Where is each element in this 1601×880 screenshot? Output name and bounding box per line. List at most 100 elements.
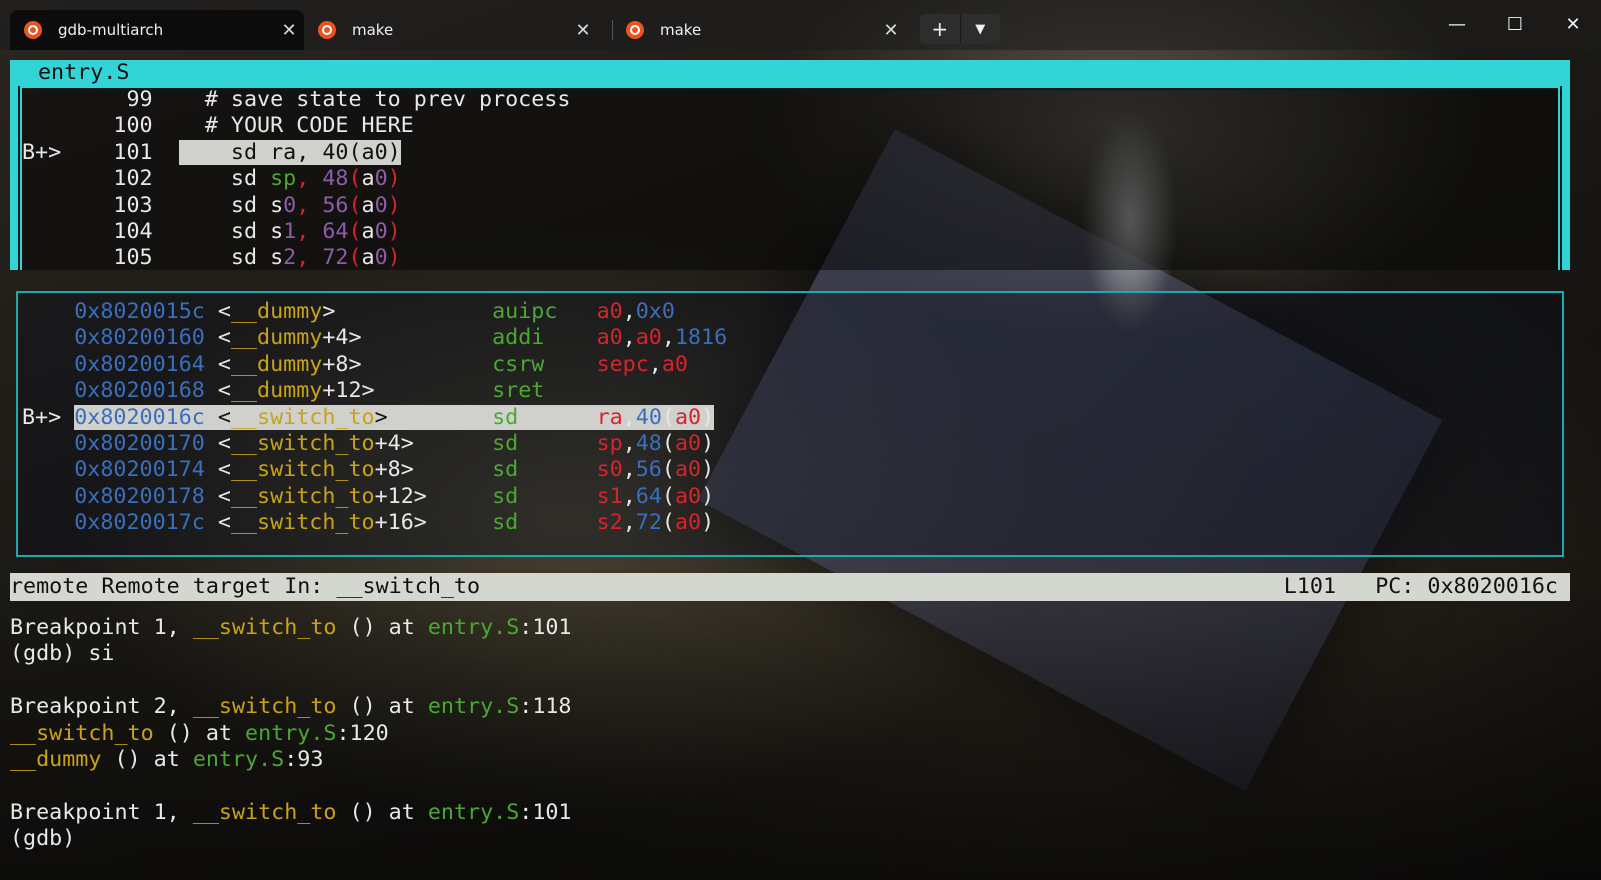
breakpoint-marker	[22, 219, 61, 244]
status-line: L101	[1283, 574, 1337, 599]
operand: ,	[622, 404, 636, 430]
close-icon[interactable]: ✕	[876, 20, 906, 41]
symbol: __switch_to	[230, 457, 375, 483]
console-text: __switch_to	[10, 720, 154, 746]
new-tab-group: + ▼	[920, 14, 1000, 44]
close-window-button[interactable]: ✕	[1544, 0, 1601, 48]
operand: )	[701, 457, 715, 483]
source-code: sd s0, 56(a0)	[179, 193, 401, 218]
operand: 48	[635, 431, 662, 456]
minimize-button[interactable]: —	[1428, 0, 1486, 48]
console-text: entry.S	[245, 720, 337, 746]
new-tab-button[interactable]: +	[920, 14, 961, 44]
angle: <	[204, 351, 231, 377]
console-text: (gdb)	[10, 826, 76, 852]
symbol: __switch_to	[230, 510, 375, 536]
close-icon[interactable]: ✕	[568, 20, 598, 41]
symbol-offset: >	[322, 299, 336, 324]
operand: (	[661, 483, 675, 509]
console-text: :101	[519, 615, 572, 640]
base-reg: a	[361, 192, 375, 218]
source-frame-left	[10, 60, 22, 270]
base-num: 0	[374, 192, 388, 218]
register-num: 0	[283, 192, 297, 218]
source-line: 104 sd s1, 64(a0)	[22, 218, 401, 245]
console-text: :120	[336, 720, 389, 746]
asm-line: 0x80200178 <__switch_to+12> sd s1,64(a0)	[22, 483, 714, 510]
source-line: 105 sd s2, 72(a0)	[22, 244, 400, 271]
operand: a0	[635, 325, 662, 351]
mnemonic: sd	[178, 245, 271, 271]
opcode: sd	[492, 510, 597, 536]
console-text: () at	[101, 747, 193, 772]
angle: <	[204, 457, 231, 483]
ubuntu-icon	[24, 21, 42, 39]
operand: ,	[622, 483, 636, 509]
source-line: B+> 101 sd ra, 40(a0)	[22, 139, 401, 166]
operand: 1816	[674, 325, 728, 351]
source-code: sd sp, 48(a0)	[179, 166, 401, 191]
symbol-offset: +8>	[374, 457, 414, 483]
source-frame-right	[1558, 60, 1570, 270]
breakpoint-marker	[22, 166, 61, 191]
operand: )	[701, 431, 715, 456]
offset: 48	[322, 166, 349, 192]
chevron-down-icon[interactable]: ▼	[961, 14, 1001, 44]
symbol-offset: +12>	[322, 378, 375, 404]
operand: ,	[648, 351, 662, 377]
console-text: () at	[336, 694, 428, 720]
status-position: L101 PC: 0x8020016c	[1284, 573, 1558, 601]
operand: 0x0	[635, 299, 675, 324]
operand: )	[701, 483, 715, 509]
console-text: () at	[153, 720, 246, 746]
line-number: 102	[61, 166, 153, 192]
paren: )	[387, 219, 401, 244]
tab-gdb-multiarch[interactable]: gdb-multiarch ✕	[10, 10, 304, 50]
terminal[interactable]: entry.S 99 # save state to prev process …	[0, 50, 1601, 880]
tab-make-2[interactable]: make ✕	[612, 10, 906, 50]
console-text: () at	[336, 799, 428, 825]
breakpoint-marker	[22, 113, 61, 138]
console-line: Breakpoint 2, __switch_to () at entry.S:…	[10, 693, 572, 720]
paren: )	[387, 166, 401, 192]
register-num: 1	[283, 219, 297, 244]
breakpoint-marker	[22, 484, 74, 509]
symbol-offset: >	[374, 404, 388, 430]
base-num: 0	[374, 219, 388, 244]
symbol: __switch_to	[230, 404, 375, 430]
tab-make-1[interactable]: make ✕	[304, 10, 598, 50]
asm-instruction: 0x80200160 <__dummy+4> addi a0,a0,1816	[74, 325, 727, 350]
operand: sp	[596, 431, 623, 456]
angle: <	[204, 378, 231, 404]
operand: a0	[674, 457, 702, 483]
source-line: 102 sd sp, 48(a0)	[22, 165, 401, 192]
asm-instruction: 0x8020015c <__dummy> auipc a0,0x0	[74, 299, 675, 324]
maximize-button[interactable]: ☐	[1486, 0, 1544, 48]
offset: 72	[322, 245, 349, 271]
symbol: __dummy	[230, 325, 323, 351]
address: 0x8020017c	[74, 510, 205, 536]
symbol: __dummy	[230, 351, 323, 377]
ubuntu-icon	[318, 21, 336, 39]
opcode: sd	[492, 404, 597, 430]
tab-label: gdb-multiarch	[58, 21, 164, 39]
close-icon[interactable]: ✕	[274, 20, 304, 41]
operand: a0	[674, 431, 702, 456]
console-line: __switch_to () at entry.S:120	[10, 720, 389, 747]
symbol: __switch_to	[230, 483, 375, 509]
symbol-offset: +4>	[374, 431, 414, 456]
register-num: 2	[283, 245, 297, 271]
angle: <	[204, 404, 231, 430]
breakpoint-marker	[22, 378, 74, 403]
ubuntu-icon	[626, 21, 644, 39]
mnemonic: sd	[178, 219, 271, 244]
operand: a0	[674, 510, 702, 536]
asm-instruction: 0x80200170 <__switch_to+4> sd sp,48(a0)	[74, 431, 714, 456]
symbol-offset: +4>	[322, 325, 362, 351]
source-code: # save state to prev process	[178, 87, 571, 112]
